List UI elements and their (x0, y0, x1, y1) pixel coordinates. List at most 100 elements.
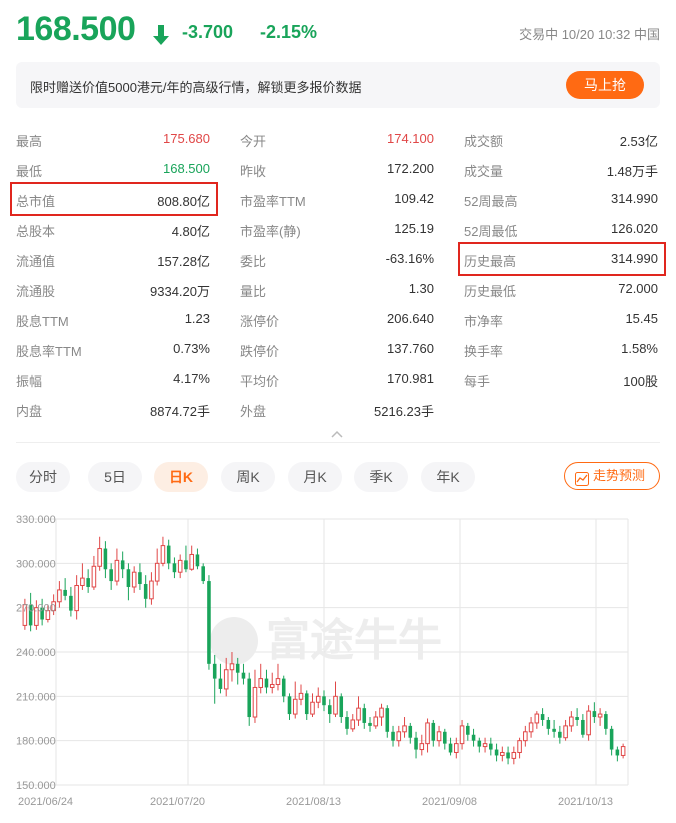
stat-value: 0.73% (173, 341, 210, 356)
trend-forecast-button[interactable]: 走势预测 (564, 462, 660, 490)
candle-body (500, 751, 505, 756)
candle-body (322, 696, 326, 706)
stat-label: 流通股 (16, 284, 56, 299)
candle-body (408, 725, 413, 738)
stat-item: 最低 168.500 (16, 154, 210, 184)
candle-body (91, 565, 97, 588)
candle-body (287, 696, 292, 715)
stat-label: 52周最低 (464, 224, 518, 239)
candle-body (534, 713, 540, 724)
stat-item: 总股本 4.80亿 (16, 214, 210, 244)
candle-body (552, 728, 556, 732)
candle-body (126, 569, 131, 587)
candle-body (177, 559, 183, 573)
candle-body (247, 678, 252, 718)
candle-body (149, 580, 154, 600)
stat-value: 100股 (623, 374, 658, 389)
candle-body (414, 737, 418, 750)
stat-item: 换手率 1.58% (464, 334, 658, 364)
stat-label: 振幅 (16, 374, 43, 389)
y-tick-label: 150.000 (16, 780, 56, 792)
stat-label: 市盈率TTM (240, 194, 306, 209)
divider (16, 442, 660, 443)
candle-body (379, 707, 384, 718)
stat-value: 157.28亿 (157, 254, 210, 269)
candle-body (114, 559, 120, 582)
candle-body (241, 672, 246, 679)
candle-body (563, 725, 568, 739)
stat-label: 市盈率(静) (240, 224, 301, 239)
candle-body (160, 545, 166, 564)
x-tick-label: 2021/06/24 (18, 796, 73, 808)
y-tick-label: 240.000 (16, 647, 56, 659)
current-price: 168.500 (16, 10, 136, 48)
stat-label: 涨停价 (240, 314, 280, 329)
stat-label: 最高 (16, 134, 43, 149)
tab-period[interactable]: 季K (354, 462, 408, 492)
candle-body (304, 693, 309, 715)
quote-header: 168.500 -3.700 -2.15% 交易中 10/20 10:32 中国 (16, 8, 660, 48)
candle-body (396, 731, 402, 742)
tab-period[interactable]: 分时 (16, 462, 70, 492)
stat-label: 平均价 (240, 374, 280, 389)
kline-chart[interactable]: 富途牛牛 330.000 300.000 270.000 240.000 210.000 1… (16, 505, 660, 818)
stat-value: 5216.23手 (374, 404, 434, 419)
candle-body (298, 692, 304, 700)
tab-period[interactable]: 年K (421, 462, 475, 492)
trend-chart-icon (575, 469, 589, 495)
candle-body (63, 589, 67, 596)
stat-label: 成交量 (464, 164, 504, 179)
stat-value: 168.500 (163, 161, 210, 176)
grab-now-button[interactable]: 马上抢 (566, 71, 644, 99)
candle-body (569, 716, 574, 727)
candle-body (218, 678, 223, 689)
collapse-chevron-icon[interactable] (330, 426, 344, 438)
stat-value: 109.42 (394, 191, 434, 206)
y-tick-label: 330.000 (16, 514, 56, 526)
stat-value: 175.680 (163, 131, 210, 146)
promo-banner: 限时赠送价值5000港元/年的高级行情，解锁更多报价数据 马上抢 (16, 62, 660, 108)
stat-value: 170.981 (387, 371, 434, 386)
candle-body (604, 714, 608, 729)
stat-item: 平均价 170.981 (240, 364, 434, 394)
stat-value: 125.19 (394, 221, 434, 236)
candle-body (310, 701, 315, 715)
trend-forecast-label: 走势预测 (593, 468, 646, 483)
tab-period[interactable]: 日K (154, 462, 208, 492)
candle-body (258, 678, 264, 688)
candle-body (471, 734, 476, 741)
stat-item: 最高 175.680 (16, 124, 210, 154)
watermark-logo (210, 617, 258, 665)
tab-period[interactable]: 周K (221, 462, 275, 492)
candle-body (74, 585, 79, 612)
candle-body (466, 725, 470, 735)
candle-body (229, 663, 235, 671)
candle-body (581, 719, 585, 735)
candle-body (482, 743, 488, 748)
candle-body (419, 743, 425, 751)
x-tick-label: 2021/08/13 (286, 796, 341, 808)
stat-item: 今开 174.100 (240, 124, 434, 154)
candle-body (586, 710, 591, 736)
stat-value: 172.200 (387, 161, 434, 176)
kline-chart-svg: 富途牛牛 330.000 300.000 270.000 240.000 210.000 1… (16, 514, 629, 808)
stat-label: 流通值 (16, 254, 56, 269)
tab-period[interactable]: 5日 (88, 462, 142, 492)
candle-body (443, 731, 447, 744)
stat-item: 跌停价 137.760 (240, 334, 434, 364)
candle-body (575, 717, 579, 720)
stat-item: 市净率 15.45 (464, 304, 658, 334)
candle-body (327, 705, 332, 715)
candle-body (477, 740, 482, 747)
candle-body (154, 562, 160, 582)
candle-body (459, 725, 465, 745)
highlight-box (10, 182, 218, 216)
stat-label: 昨收 (240, 164, 267, 179)
x-tick-label: 2021/07/20 (150, 796, 205, 808)
tab-period[interactable]: 月K (288, 462, 342, 492)
stat-value: 4.80亿 (171, 224, 210, 239)
candle-body (385, 708, 390, 732)
stat-value: 72.000 (618, 281, 658, 296)
y-tick-label: 210.000 (16, 691, 56, 703)
candle-body (172, 563, 177, 573)
